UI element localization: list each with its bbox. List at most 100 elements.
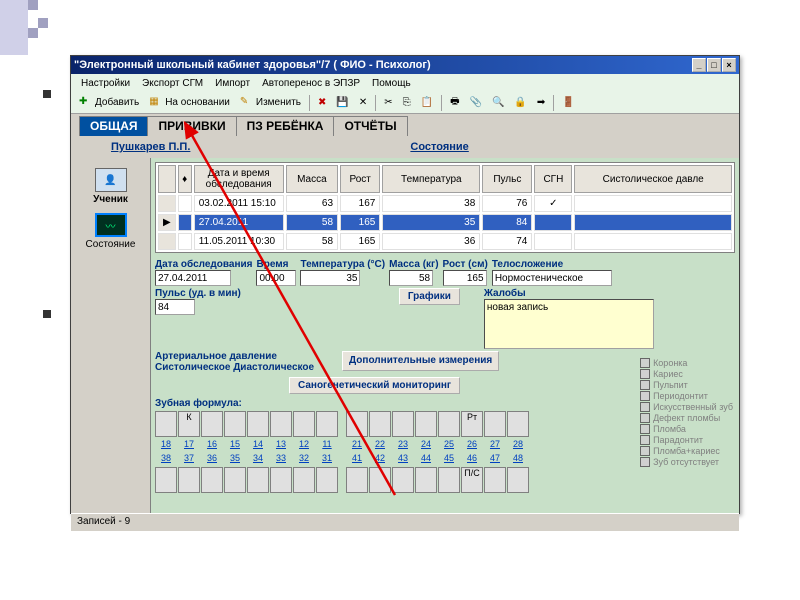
tab-vaccines[interactable]: ПРИВИВКИ bbox=[147, 116, 236, 136]
th-temp[interactable]: Температура bbox=[382, 165, 480, 193]
close-button[interactable]: × bbox=[722, 58, 736, 72]
dental-cell[interactable] bbox=[293, 467, 315, 493]
input-temp[interactable] bbox=[300, 270, 360, 286]
extra-button[interactable]: Дополнительные измерения bbox=[342, 351, 499, 371]
input-exam-date[interactable] bbox=[155, 270, 231, 286]
tooth-num[interactable]: 45 bbox=[438, 453, 460, 465]
dental-cell[interactable] bbox=[201, 467, 223, 493]
th-mass[interactable]: Масса bbox=[286, 165, 338, 193]
edit-button[interactable]: ✎Изменить bbox=[236, 95, 305, 111]
dental-cell[interactable] bbox=[415, 411, 437, 437]
menu-import[interactable]: Импорт bbox=[209, 78, 256, 89]
table-row[interactable]: 03.02.2011 15:10 63167 3876 ✓ bbox=[158, 195, 732, 212]
tooth-num[interactable]: 11 bbox=[316, 439, 338, 451]
tooth-num[interactable]: 36 bbox=[201, 453, 223, 465]
tab-general[interactable]: ОБЩАЯ bbox=[79, 116, 148, 136]
dental-cell[interactable] bbox=[507, 411, 529, 437]
tooth-num[interactable]: 24 bbox=[415, 439, 437, 451]
tooth-num[interactable]: 34 bbox=[247, 453, 269, 465]
dental-cell[interactable] bbox=[415, 467, 437, 493]
dental-cell[interactable] bbox=[369, 467, 391, 493]
delete-button[interactable]: ✖ bbox=[314, 96, 330, 109]
input-pulse[interactable] bbox=[155, 299, 195, 315]
tooth-num[interactable]: 22 bbox=[369, 439, 391, 451]
dental-cell[interactable] bbox=[201, 411, 223, 437]
attach-button[interactable]: 📎 bbox=[466, 96, 486, 109]
tooth-num[interactable]: 23 bbox=[392, 439, 414, 451]
dental-cell[interactable] bbox=[484, 467, 506, 493]
tab-child-pz[interactable]: ПЗ РЕБЁНКА bbox=[236, 116, 335, 136]
copy-button[interactable]: ⎘ bbox=[399, 96, 415, 109]
tooth-num[interactable]: 13 bbox=[270, 439, 292, 451]
tooth-num[interactable]: 32 bbox=[293, 453, 315, 465]
dental-cell[interactable] bbox=[155, 411, 177, 437]
tooth-num[interactable]: 33 bbox=[270, 453, 292, 465]
dental-cell[interactable]: К bbox=[178, 411, 200, 437]
dental-cell[interactable] bbox=[316, 467, 338, 493]
menu-autotransfer[interactable]: Автоперенос в ЭПЗР bbox=[256, 78, 366, 89]
tooth-num[interactable]: 41 bbox=[346, 453, 368, 465]
lock-button[interactable]: 🔒 bbox=[510, 96, 530, 109]
maximize-button[interactable]: □ bbox=[707, 58, 721, 72]
tooth-num[interactable]: 28 bbox=[507, 439, 529, 451]
condition-link[interactable]: Состояние bbox=[410, 141, 468, 153]
cut-button[interactable]: ✂ bbox=[380, 96, 396, 109]
tooth-num[interactable]: 27 bbox=[484, 439, 506, 451]
dental-cell[interactable]: Рт bbox=[461, 411, 483, 437]
based-on-button[interactable]: ▦На основании bbox=[145, 95, 234, 111]
input-body[interactable] bbox=[492, 270, 612, 286]
input-time[interactable] bbox=[256, 270, 296, 286]
th-height[interactable]: Рост bbox=[340, 165, 380, 193]
th-date[interactable]: Дата и время обследования bbox=[194, 165, 284, 193]
dental-cell[interactable] bbox=[438, 411, 460, 437]
menu-help[interactable]: Помощь bbox=[366, 78, 417, 89]
dental-cell[interactable]: П/С bbox=[461, 467, 483, 493]
print-button[interactable]: 🖶 bbox=[446, 93, 463, 112]
dental-cell[interactable] bbox=[178, 467, 200, 493]
tooth-num[interactable]: 42 bbox=[369, 453, 391, 465]
table-row[interactable]: ▶ 27.04.2011 58165 3584 bbox=[158, 214, 732, 231]
tooth-num[interactable]: 37 bbox=[178, 453, 200, 465]
tooth-num[interactable]: 25 bbox=[438, 439, 460, 451]
menu-settings[interactable]: Настройки bbox=[75, 78, 136, 89]
dental-cell[interactable] bbox=[270, 411, 292, 437]
condition-panel-icon[interactable]: 〰 bbox=[95, 213, 127, 237]
charts-button[interactable]: Графики bbox=[399, 288, 460, 305]
tooth-num[interactable]: 31 bbox=[316, 453, 338, 465]
input-height[interactable] bbox=[443, 270, 487, 286]
table-row[interactable]: 11.05.2011 10:30 58165 3674 bbox=[158, 233, 732, 250]
dental-cell[interactable] bbox=[293, 411, 315, 437]
input-mass[interactable] bbox=[389, 270, 433, 286]
tooth-num[interactable]: 26 bbox=[461, 439, 483, 451]
dental-cell[interactable] bbox=[247, 411, 269, 437]
th-sys[interactable]: Систолическое давле bbox=[574, 165, 732, 193]
tooth-num[interactable]: 15 bbox=[224, 439, 246, 451]
tooth-num[interactable]: 17 bbox=[178, 439, 200, 451]
dental-cell[interactable] bbox=[484, 411, 506, 437]
sano-button[interactable]: Саногенетический мониторинг bbox=[289, 377, 460, 394]
tooth-num[interactable]: 18 bbox=[155, 439, 177, 451]
dental-cell[interactable] bbox=[346, 467, 368, 493]
tooth-num[interactable]: 44 bbox=[415, 453, 437, 465]
dental-cell[interactable] bbox=[155, 467, 177, 493]
th-sgn[interactable]: СГН bbox=[534, 165, 572, 193]
dental-cell[interactable] bbox=[507, 467, 529, 493]
tooth-num[interactable]: 12 bbox=[293, 439, 315, 451]
dental-cell[interactable] bbox=[247, 467, 269, 493]
tooth-num[interactable]: 46 bbox=[461, 453, 483, 465]
th-marker[interactable] bbox=[158, 165, 176, 193]
search-button[interactable]: 🔍 bbox=[488, 96, 508, 109]
dental-cell[interactable] bbox=[392, 467, 414, 493]
add-button[interactable]: ✚Добавить bbox=[75, 95, 143, 111]
tooth-num[interactable]: 47 bbox=[484, 453, 506, 465]
tooth-num[interactable]: 14 bbox=[247, 439, 269, 451]
paste-button[interactable]: 📋 bbox=[417, 96, 437, 109]
dental-cell[interactable] bbox=[316, 411, 338, 437]
dental-cell[interactable] bbox=[392, 411, 414, 437]
dental-cell[interactable] bbox=[369, 411, 391, 437]
dental-cell[interactable] bbox=[270, 467, 292, 493]
tooth-num[interactable]: 43 bbox=[392, 453, 414, 465]
exit-button[interactable]: 🚪 bbox=[558, 96, 578, 109]
export-button[interactable]: ➡ bbox=[533, 96, 549, 109]
complaints-textarea[interactable]: новая запись bbox=[484, 299, 654, 349]
